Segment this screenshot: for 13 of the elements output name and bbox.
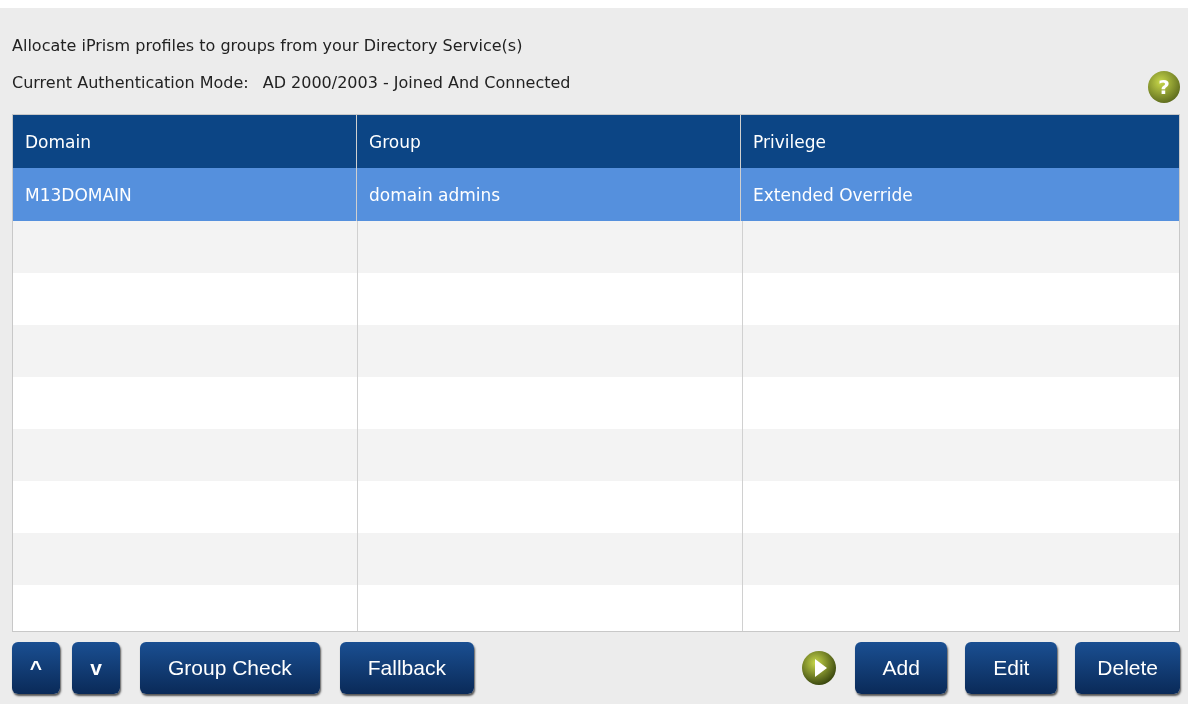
- table-cell-text: Extended Override: [752, 183, 914, 207]
- intro-text: Allocate iPrism profiles to groups from your Directory Service(s): [12, 35, 524, 57]
- action-button[interactable]: Add: [855, 642, 948, 694]
- play-icon[interactable]: [801, 650, 838, 686]
- auth-mode-label: Current Authentication Mode:: [12, 72, 249, 92]
- action-button[interactable]: Delete: [1075, 642, 1180, 694]
- auth-mode-value: AD 2000/2003 - Joined And Connected: [262, 72, 571, 92]
- column-header: Privilege: [752, 130, 827, 154]
- action-button[interactable]: Edit: [965, 642, 1058, 694]
- move-down-button[interactable]: v: [72, 642, 120, 694]
- action-button[interactable]: Fallback: [339, 642, 474, 694]
- action-button[interactable]: Group Check: [140, 642, 320, 694]
- move-up-button[interactable]: ^: [12, 642, 60, 694]
